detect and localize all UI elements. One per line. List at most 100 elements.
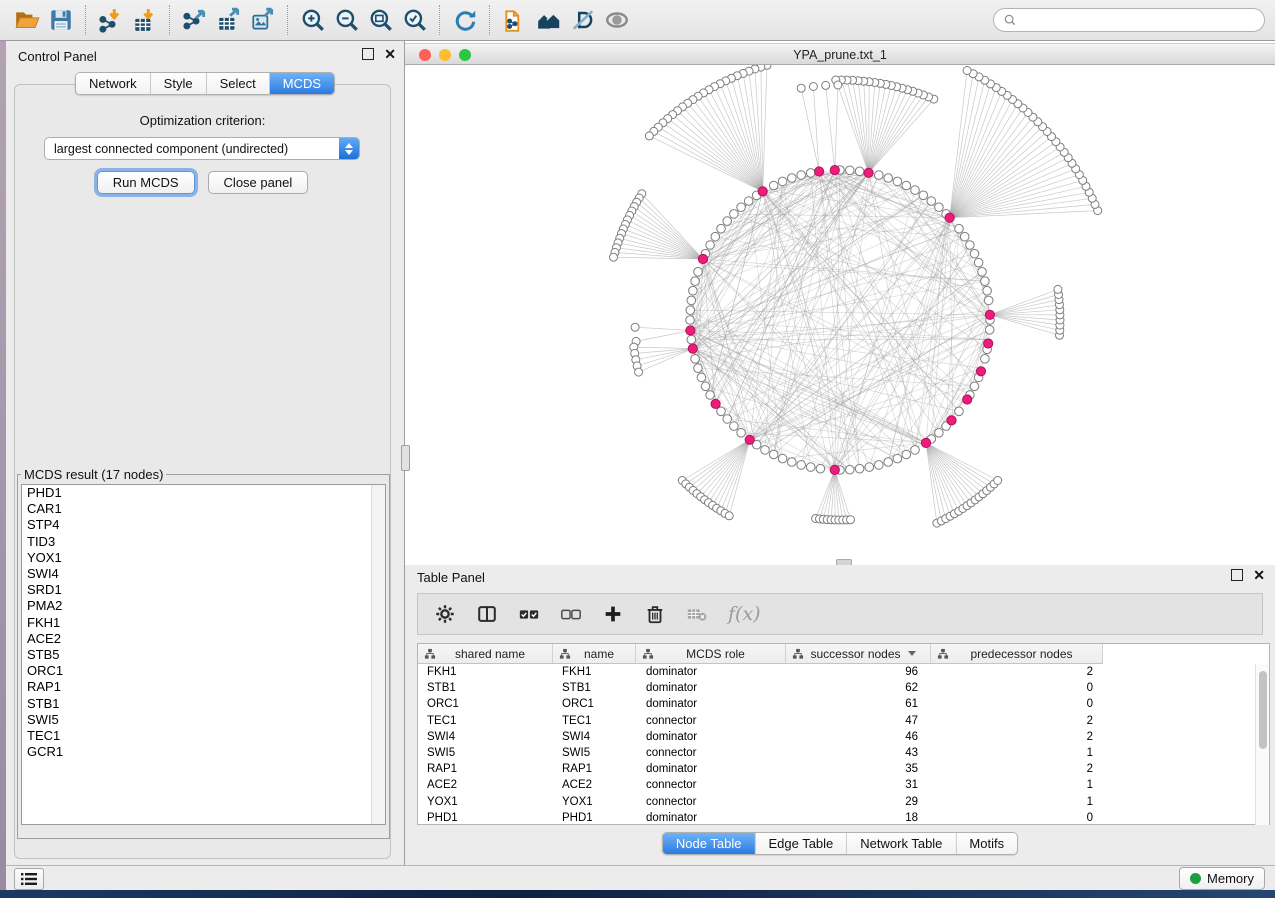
table-cell[interactable]: 96	[786, 666, 931, 678]
table-cell[interactable]: SWI4	[553, 731, 636, 743]
table-cell[interactable]: 43	[786, 747, 931, 759]
table-cell[interactable]: connector	[636, 796, 786, 808]
table-cell[interactable]: TEC1	[418, 715, 553, 727]
select-all-checkbox-icon[interactable]	[518, 599, 540, 629]
table-cell[interactable]: TEC1	[553, 715, 636, 727]
table-cell[interactable]: YOX1	[418, 796, 553, 808]
table-cell[interactable]: dominator	[636, 698, 786, 710]
export-network-icon[interactable]	[178, 5, 212, 35]
mcds-result-item[interactable]: STP4	[22, 517, 385, 533]
table-cell[interactable]: RAP1	[553, 763, 636, 775]
import-table-icon[interactable]	[128, 5, 162, 35]
table-cell[interactable]: FKH1	[553, 666, 636, 678]
table-row[interactable]: SWI5SWI5connector431	[418, 745, 1269, 761]
mcds-result-item[interactable]: TEC1	[22, 728, 385, 744]
table-cell[interactable]: 0	[931, 812, 1103, 824]
network-window-titlebar[interactable]: YPA_prune.txt_1	[405, 43, 1275, 65]
table-row[interactable]: ORC1ORC1dominator610	[418, 696, 1269, 712]
zoom-fit-icon[interactable]	[364, 5, 398, 35]
mcds-result-item[interactable]: FKH1	[22, 615, 385, 631]
float-panel-icon[interactable]	[1231, 569, 1243, 581]
close-panel-icon[interactable]: ✕	[384, 49, 396, 59]
table-cell[interactable]: 1	[931, 747, 1103, 759]
save-session-icon[interactable]	[44, 5, 78, 35]
zoom-in-icon[interactable]	[296, 5, 330, 35]
table-cell[interactable]: ACE2	[553, 779, 636, 791]
table-cell[interactable]: dominator	[636, 682, 786, 694]
import-network-icon[interactable]	[94, 5, 128, 35]
table-row[interactable]: FKH1FKH1dominator962	[418, 664, 1269, 680]
add-column-icon[interactable]	[602, 599, 624, 629]
tab-motifs[interactable]: Motifs	[955, 833, 1017, 854]
table-cell[interactable]: SWI5	[418, 747, 553, 759]
tab-edge-table[interactable]: Edge Table	[754, 833, 846, 854]
tab-network-table[interactable]: Network Table	[846, 833, 955, 854]
tab-mcds[interactable]: MCDS	[269, 73, 334, 94]
table-cell[interactable]: 0	[931, 682, 1103, 694]
home-icon[interactable]	[532, 5, 566, 35]
close-panel-button[interactable]: Close panel	[208, 171, 309, 194]
table-cell[interactable]: 2	[931, 763, 1103, 775]
export-table-icon[interactable]	[212, 5, 246, 35]
table-scrollbar-thumb[interactable]	[1259, 671, 1267, 749]
table-cell[interactable]: connector	[636, 747, 786, 759]
tab-network[interactable]: Network	[76, 73, 150, 94]
table-cell[interactable]: dominator	[636, 763, 786, 775]
table-cell[interactable]: 2	[931, 731, 1103, 743]
export-image-icon[interactable]	[246, 5, 280, 35]
close-panel-icon[interactable]: ✕	[1253, 570, 1265, 580]
run-mcds-button[interactable]: Run MCDS	[97, 171, 195, 194]
task-history-button[interactable]	[14, 868, 44, 890]
mcds-result-item[interactable]: CAR1	[22, 501, 385, 517]
column-header-predecessor-nodes[interactable]: predecessor nodes	[931, 644, 1103, 664]
column-header-shared-name[interactable]: shared name	[418, 644, 553, 664]
table-row[interactable]: SWI4SWI4dominator462	[418, 729, 1269, 745]
table-scrollbar[interactable]	[1255, 664, 1269, 825]
deselect-all-checkbox-icon[interactable]	[560, 599, 582, 629]
table-row[interactable]: YOX1YOX1connector291	[418, 794, 1269, 810]
table-cell[interactable]: 61	[786, 698, 931, 710]
column-layout-icon[interactable]	[476, 599, 498, 629]
memory-button[interactable]: Memory	[1179, 867, 1265, 890]
column-header-successor-nodes[interactable]: successor nodes	[786, 644, 931, 664]
table-row[interactable]: TEC1TEC1connector472	[418, 713, 1269, 729]
table-row[interactable]: ACE2ACE2connector311	[418, 777, 1269, 793]
mcds-result-item[interactable]: TID3	[22, 534, 385, 550]
mcds-result-item[interactable]: SRD1	[22, 582, 385, 598]
table-cell[interactable]: YOX1	[553, 796, 636, 808]
table-cell[interactable]: STB1	[553, 682, 636, 694]
tab-style[interactable]: Style	[150, 73, 206, 94]
mcds-result-item[interactable]: GCR1	[22, 744, 385, 760]
new-network-icon[interactable]	[498, 5, 532, 35]
mcds-result-item[interactable]: PHD1	[22, 485, 385, 501]
settings-gear-icon[interactable]	[434, 599, 456, 629]
table-cell[interactable]: 62	[786, 682, 931, 694]
table-cell[interactable]: dominator	[636, 731, 786, 743]
column-header-mcds-role[interactable]: MCDS role	[636, 644, 786, 664]
table-row[interactable]: PHD1PHD1dominator180	[418, 810, 1269, 826]
table-cell[interactable]: dominator	[636, 812, 786, 824]
hide-graphics-details-icon[interactable]	[566, 5, 600, 35]
table-cell[interactable]: SWI5	[553, 747, 636, 759]
table-cell[interactable]: connector	[636, 779, 786, 791]
open-file-icon[interactable]	[10, 5, 44, 35]
mcds-result-item[interactable]: SWI4	[22, 566, 385, 582]
table-cell[interactable]: ACE2	[418, 779, 553, 791]
table-cell[interactable]: PHD1	[553, 812, 636, 824]
table-cell[interactable]: 1	[931, 779, 1103, 791]
table-cell[interactable]: dominator	[636, 666, 786, 678]
table-row[interactable]: STB1STB1dominator620	[418, 680, 1269, 696]
table-cell[interactable]: 35	[786, 763, 931, 775]
mcds-result-item[interactable]: YOX1	[22, 550, 385, 566]
table-cell[interactable]: FKH1	[418, 666, 553, 678]
mcds-result-list[interactable]: PHD1CAR1STP4TID3YOX1SWI4SRD1PMA2FKH1ACE2…	[21, 484, 386, 825]
table-cell[interactable]: PHD1	[418, 812, 553, 824]
table-cell[interactable]: connector	[636, 715, 786, 727]
node-table[interactable]: shared namenameMCDS rolesuccessor nodesp…	[417, 643, 1270, 825]
mcds-list-scrollbar[interactable]	[371, 485, 385, 824]
table-cell[interactable]: 18	[786, 812, 931, 824]
table-cell[interactable]: 2	[931, 666, 1103, 678]
table-cell[interactable]: 46	[786, 731, 931, 743]
table-row[interactable]: RAP1RAP1dominator352	[418, 761, 1269, 777]
delete-column-icon[interactable]	[644, 599, 666, 629]
